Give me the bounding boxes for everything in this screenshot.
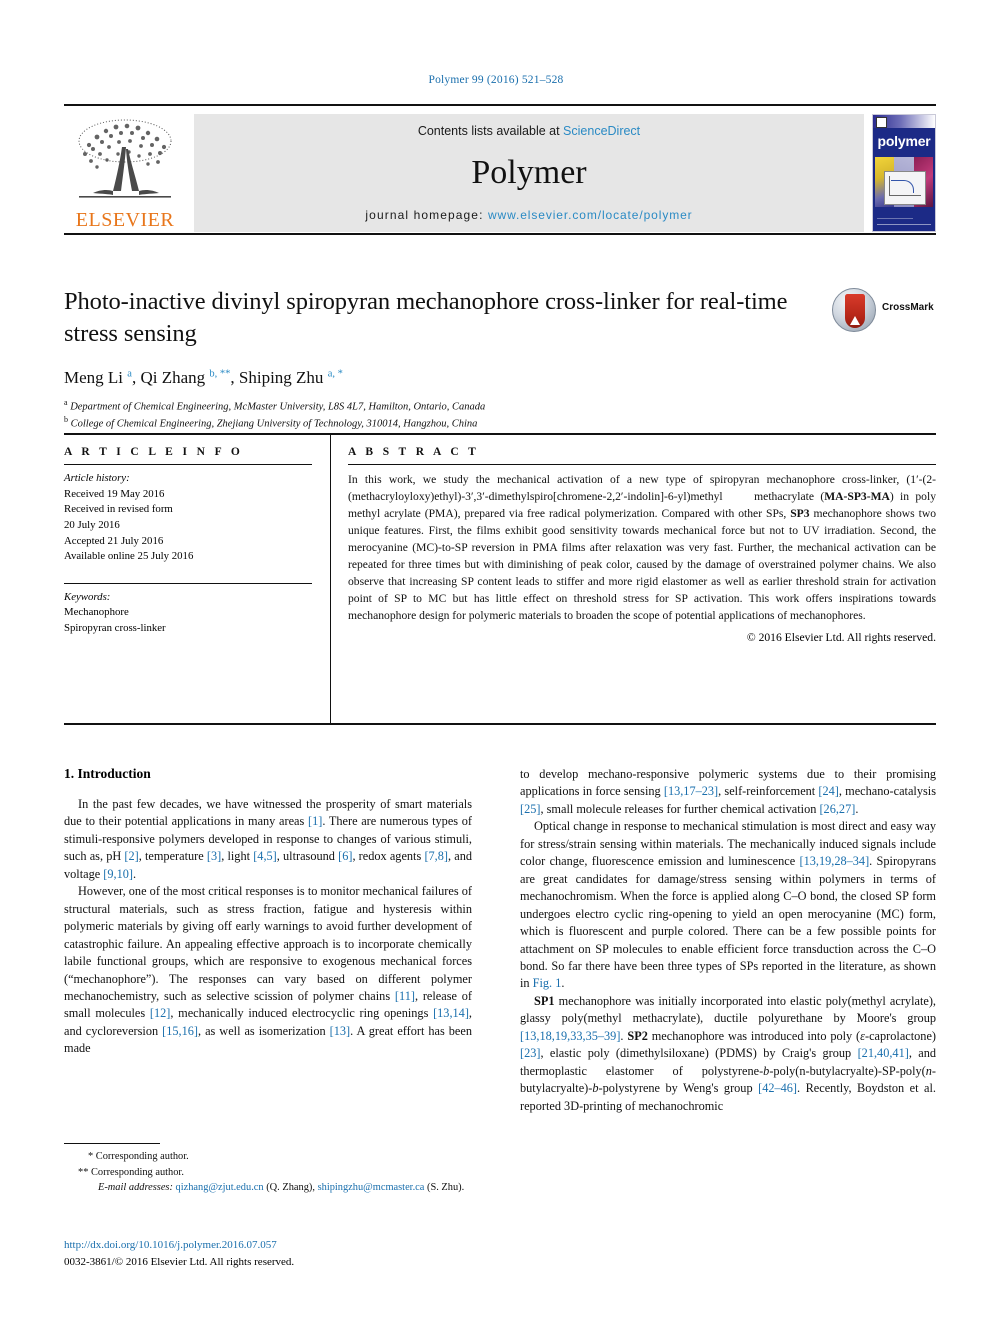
abstract-rule	[348, 464, 936, 465]
keywords-label: Keywords:	[64, 590, 111, 603]
footnote-corresponding-2-text: ** Corresponding author.	[78, 1166, 184, 1178]
abstract-copyright: © 2016 Elsevier Ltd. All rights reserved…	[746, 631, 936, 645]
paragraph: Optical change in response to mechanical…	[520, 819, 936, 991]
email-link-2[interactable]: shipingzhu@mcmaster.ca	[318, 1182, 425, 1193]
paper-page: Polymer 99 (2016) 521–528 ELSEVIER Conte…	[0, 0, 992, 1323]
elsevier-tree-icon	[78, 119, 172, 198]
footer-block: http://dx.doi.org/10.1016/j.polymer.2016…	[64, 1237, 494, 1270]
keywords-rule	[64, 582, 312, 584]
article-info-column: A R T I C L E I N F O Article history: R…	[64, 446, 312, 637]
doi-link[interactable]: http://dx.doi.org/10.1016/j.polymer.2016…	[64, 1237, 494, 1254]
paragraph: to develop mechano-responsive polymeric …	[520, 767, 936, 816]
email-link-1[interactable]: qizhang@zjut.edu.cn	[176, 1182, 264, 1193]
issn-copyright-line: 0032-3861/© 2016 Elsevier Ltd. All right…	[64, 1255, 295, 1268]
abstract-text: In this work, we study the mechanical ac…	[348, 473, 936, 623]
crossmark-label: CrossMark	[882, 302, 934, 313]
history-item: Accepted 21 July 2016	[64, 534, 164, 547]
cover-journal-title: polymer	[877, 133, 931, 149]
contents-prefix: Contents lists available at	[417, 124, 564, 138]
cover-inset-figure	[884, 171, 926, 205]
keyword-item: Spiropyran cross-linker	[64, 622, 166, 635]
paragraph: SP1 mechanophore was initially incorpora…	[520, 993, 937, 1113]
cover-footer-line-2	[877, 218, 913, 219]
keyword-item: Mechanophore	[64, 606, 129, 619]
elsevier-wordmark: ELSEVIER	[75, 209, 175, 231]
affiliation-b: b College of Chemical Engineering, Zheji…	[64, 414, 936, 432]
contents-available-line: Contents lists available at ScienceDirec…	[418, 124, 640, 138]
article-info-heading: A R T I C L E I N F O	[64, 446, 244, 458]
body-column-left: 1. Introduction In the past few decades,…	[64, 766, 472, 1058]
journal-cover-thumbnail: polymer	[872, 114, 936, 232]
abstract-column: A B S T R A C T In this work, we study t…	[348, 446, 936, 644]
running-head: Polymer 99 (2016) 521–528	[428, 74, 564, 86]
info-abstract-divider	[330, 433, 331, 723]
paragraph: However, one of the most critical respon…	[64, 884, 472, 1056]
footnote-emails: E-mail addresses: qizhang@zjut.edu.cn (Q…	[64, 1180, 472, 1196]
email-name-1: (Q. Zhang)	[266, 1182, 313, 1194]
footnote-corresponding-2: ** Corresponding author.	[64, 1165, 472, 1181]
body-column-right: to develop mechano-responsive polymeric …	[520, 766, 936, 1115]
journal-homepage-line: journal homepage: www.elsevier.com/locat…	[365, 208, 692, 222]
footnote-rule	[64, 1143, 160, 1144]
masthead-bottom-rule	[64, 233, 936, 235]
abstract-heading: A B S T R A C T	[348, 446, 480, 458]
article-info-rule	[64, 464, 312, 465]
journal-title: Polymer	[471, 154, 587, 191]
section-heading-introduction: 1. Introduction	[64, 766, 151, 781]
footnote-corresponding-1-text: * Corresponding author.	[88, 1151, 189, 1162]
affiliation-a-text: Department of Chemical Engineering, McMa…	[70, 401, 486, 413]
keywords-group: Keywords: Mechanophore Spiropyran cross-…	[64, 590, 312, 637]
page-title: Photo-inactive divinyl spiropyran mechan…	[64, 288, 788, 347]
homepage-prefix: journal homepage:	[365, 208, 488, 222]
footnote-block: * Corresponding author. ** Corresponding…	[64, 1143, 472, 1196]
title-block: Photo-inactive divinyl spiropyran mechan…	[64, 286, 936, 432]
email-addresses-label: E-mail addresses:	[98, 1182, 173, 1194]
journal-masthead: ELSEVIER Contents lists available at Sci…	[64, 104, 936, 232]
crossmark-badge[interactable]: CrossMark	[832, 288, 936, 334]
cover-logo-box	[876, 117, 887, 128]
history-item: Available online 25 July 2016	[64, 550, 194, 563]
elsevier-logo: ELSEVIER	[64, 114, 186, 232]
history-item: Received 19 May 2016	[64, 487, 165, 500]
affiliation-b-text: College of Chemical Engineering, Zhejian…	[70, 418, 478, 430]
article-history-label: Article history:	[64, 472, 130, 484]
affiliation-marker-a: a	[64, 397, 68, 407]
cover-footer-line-1	[877, 224, 931, 225]
paragraph: In the past few decades, we have witness…	[64, 797, 472, 881]
affiliation-list: a Department of Chemical Engineering, Mc…	[64, 397, 936, 432]
email-name-2: (S. Zhu).	[427, 1182, 465, 1194]
info-section-bottom-rule	[64, 723, 936, 725]
affiliation-marker-b: b	[64, 415, 68, 425]
crossmark-icon-inner	[845, 294, 865, 328]
crossmark-icon	[832, 288, 876, 332]
journal-band: Contents lists available at ScienceDirec…	[194, 114, 864, 232]
homepage-url-link[interactable]: www.elsevier.com/locate/polymer	[488, 208, 693, 222]
footnote-corresponding-1: * Corresponding author.	[64, 1149, 472, 1165]
article-history-group: Article history: Received 19 May 2016 Re…	[64, 471, 312, 565]
history-item: 20 July 2016	[64, 518, 120, 531]
history-item: Received in revised form	[64, 503, 173, 516]
info-section-top-rule	[64, 433, 936, 435]
sciencedirect-link[interactable]: ScienceDirect	[563, 124, 640, 138]
author-list: Meng Li a, Qi Zhang b, **, Shiping Zhu a…	[64, 367, 343, 387]
affiliation-a: a Department of Chemical Engineering, Mc…	[64, 397, 936, 415]
